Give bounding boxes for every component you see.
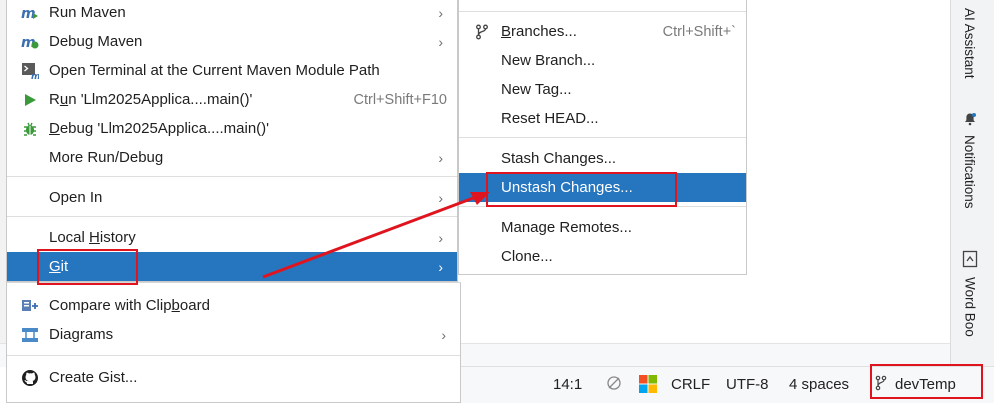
annotation-arrow [262,192,490,279]
